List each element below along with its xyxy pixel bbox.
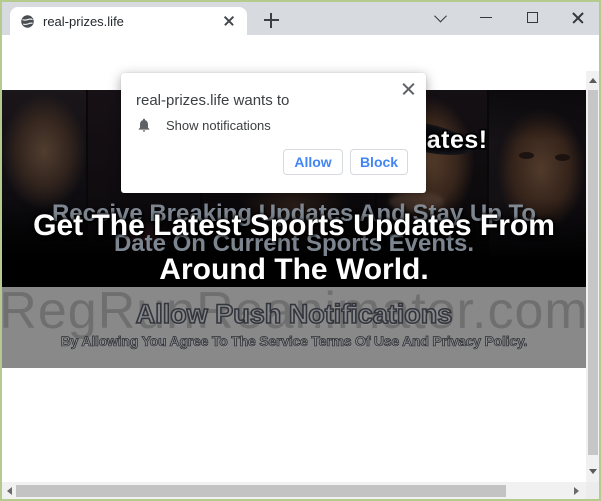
cta-band: RegRunReanimator.com Allow Push Notifica… — [2, 287, 586, 368]
main-heading-line2: Around The World. — [2, 253, 586, 287]
scrollbar-corner — [586, 482, 599, 499]
tab-bar: real-prizes.life — [0, 0, 601, 35]
notification-permission-popup: real-prizes.life wants to Show notificat… — [121, 73, 426, 193]
vertical-scrollbar-thumb[interactable] — [588, 90, 598, 455]
window-close-icon[interactable] — [555, 2, 601, 34]
popup-title: real-prizes.life wants to — [136, 92, 289, 109]
maximize-icon[interactable] — [509, 2, 555, 34]
horizontal-scrollbar-thumb[interactable] — [16, 485, 506, 497]
scroll-up-icon[interactable] — [589, 78, 597, 83]
scroll-down-icon[interactable] — [589, 469, 597, 474]
toolbar: real-prizes.life/play-2?id=7d1038b — [0, 35, 601, 71]
allow-button[interactable]: Allow — [283, 149, 343, 175]
permission-row: Show notifications — [136, 117, 271, 133]
browser-tab[interactable]: real-prizes.life — [10, 7, 247, 35]
tab-close-icon[interactable] — [221, 13, 237, 29]
tab-title: real-prizes.life — [43, 14, 221, 29]
bell-icon — [136, 117, 152, 133]
browser-window: real-prizes.life real-prizes.life/play-2… — [0, 0, 601, 501]
main-heading-line1: Get The Latest Sports Updates From — [2, 209, 586, 243]
vertical-scrollbar[interactable] — [586, 71, 599, 482]
permission-label: Show notifications — [166, 118, 271, 133]
popup-close-icon[interactable] — [401, 81, 416, 96]
chevron-down-icon[interactable] — [417, 2, 463, 34]
horizontal-scrollbar[interactable] — [2, 482, 586, 499]
terms-disclaimer: By Allowing You Agree To The Service Ter… — [2, 333, 586, 349]
scroll-right-icon[interactable] — [574, 487, 579, 495]
minimize-icon[interactable] — [463, 2, 509, 34]
block-button[interactable]: Block — [350, 149, 408, 175]
globe-favicon-icon — [20, 14, 35, 29]
allow-push-cta: Allow Push Notifications — [2, 299, 586, 330]
window-controls — [417, 0, 601, 35]
new-tab-icon[interactable] — [262, 11, 281, 30]
scroll-left-icon[interactable] — [7, 487, 12, 495]
